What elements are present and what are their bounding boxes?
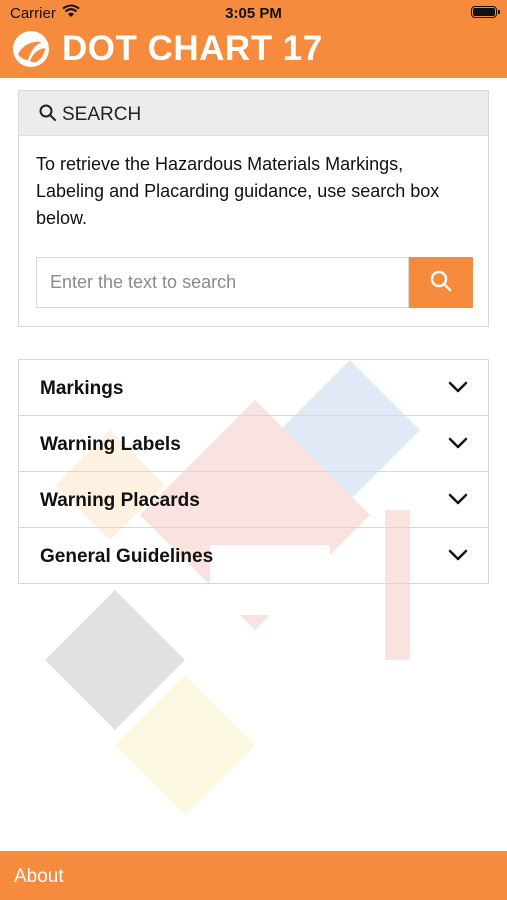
- search-panel: SEARCH To retrieve the Hazardous Materia…: [18, 90, 489, 327]
- search-icon: [39, 104, 57, 127]
- section-general-guidelines[interactable]: General Guidelines: [19, 528, 488, 583]
- search-instructions: To retrieve the Hazardous Materials Mark…: [36, 154, 440, 228]
- section-label: General Guidelines: [40, 546, 214, 567]
- status-bar: Carrier 3:05 PM: [0, 0, 507, 26]
- chevron-down-icon: [448, 548, 468, 567]
- search-input[interactable]: [36, 257, 409, 308]
- app-title: DOT CHART 17: [62, 29, 323, 68]
- about-link[interactable]: About: [14, 866, 64, 888]
- sections-accordion: Markings Warning Labels Warning Placards…: [18, 359, 489, 584]
- search-heading: SEARCH: [62, 104, 142, 125]
- section-label: Markings: [40, 378, 124, 399]
- section-warning-labels[interactable]: Warning Labels: [19, 416, 488, 472]
- dot-logo-icon: [12, 30, 50, 68]
- search-icon: [429, 269, 453, 296]
- chevron-down-icon: [448, 380, 468, 399]
- section-label: Warning Placards: [40, 490, 200, 511]
- chevron-down-icon: [448, 492, 468, 511]
- clock: 3:05 PM: [225, 5, 282, 22]
- section-label: Warning Labels: [40, 434, 181, 455]
- section-markings[interactable]: Markings: [19, 360, 488, 416]
- chevron-down-icon: [448, 436, 468, 455]
- app-header: DOT CHART 17: [0, 26, 507, 78]
- battery-icon: [471, 6, 500, 18]
- search-button[interactable]: [409, 257, 473, 308]
- footer-bar: About: [0, 851, 507, 900]
- section-warning-placards[interactable]: Warning Placards: [19, 472, 488, 528]
- search-panel-header: SEARCH: [19, 91, 488, 136]
